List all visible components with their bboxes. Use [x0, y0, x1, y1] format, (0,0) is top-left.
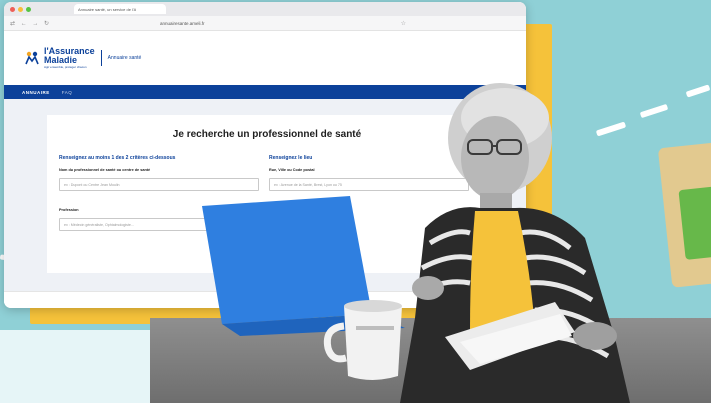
criteria-section-title: Renseignez au moins 1 des 2 critères ci-…: [59, 155, 176, 161]
browser-nav-icons[interactable]: ⇄ ← → ↻: [10, 20, 70, 27]
name-field-label: Nom du professionnel de santé ou centre …: [59, 168, 151, 172]
decorative-dash: [685, 84, 711, 98]
maximize-window-button[interactable]: [26, 6, 31, 12]
logo-line2: Maladie: [44, 55, 78, 65]
location-field-label: Rue, Ville ou Code postal: [269, 168, 315, 172]
url-field[interactable]: annuairesante.ameli.fr: [160, 21, 205, 26]
logo-tagline: Agir ensemble, protéger chacun: [44, 65, 87, 69]
browser-titlebar: Annuaire santé, un service de l'A: [4, 2, 526, 16]
browser-tab[interactable]: Annuaire santé, un service de l'A: [74, 4, 166, 14]
bookmark-star-icon[interactable]: ☆: [401, 20, 406, 27]
nav-item-annuaire[interactable]: ANNUAIRE: [22, 90, 50, 100]
assurance-maladie-logo-icon[interactable]: [24, 51, 40, 65]
browser-tab-title: Annuaire santé, un service de l'A: [78, 6, 137, 12]
profession-search-placeholder: ex : Médecin généraliste, Ophtalmologist…: [64, 222, 134, 227]
mug-illustration: [323, 300, 402, 380]
profession-field-label: Profession: [59, 208, 79, 212]
nav-item-faq[interactable]: FAQ: [62, 90, 73, 95]
address-bar: ⇄ ← → ↻ annuairesante.ameli.fr ☆: [4, 16, 526, 31]
name-search-placeholder: ex : Dupont ou Centre Jean Moulin: [64, 182, 120, 187]
site-header: l'Assurance Maladie Agir ensemble, proté…: [4, 31, 526, 85]
close-window-button[interactable]: [10, 6, 15, 12]
minimize-window-button[interactable]: [18, 6, 23, 12]
service-name: Annuaire santé: [107, 55, 142, 61]
papers-illustration: [445, 302, 575, 370]
location-section-title: Renseignez le lieu: [269, 155, 313, 161]
name-search-input[interactable]: ex : Dupont ou Centre Jean Moulin: [59, 178, 259, 191]
logo-divider: [100, 50, 102, 66]
logo-text: l'Assurance Maladie Agir ensemble, proté…: [44, 47, 95, 69]
